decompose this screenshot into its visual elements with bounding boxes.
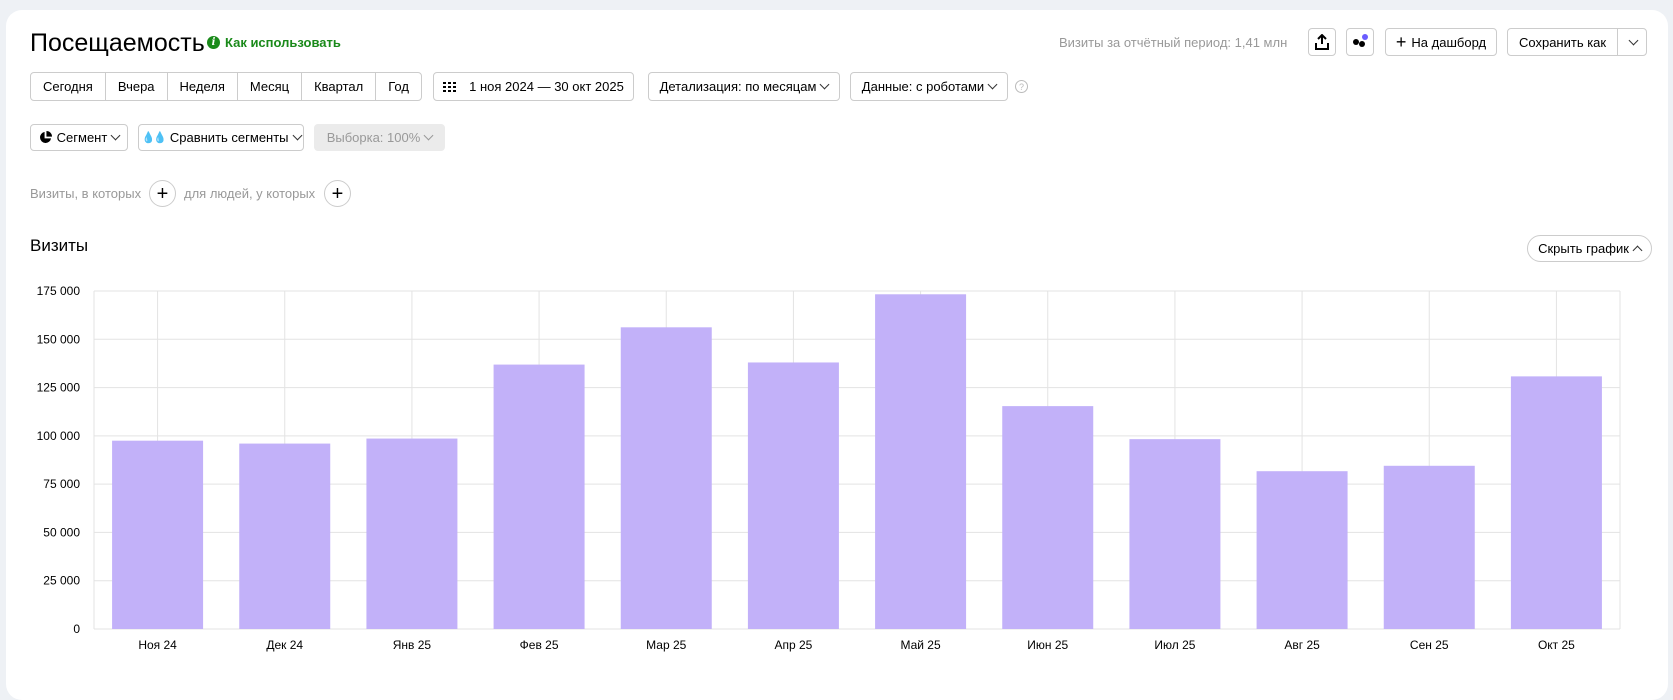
bar-май-25	[875, 294, 967, 629]
bar-июн-25	[1002, 406, 1094, 629]
y-tick-label: 50 000	[43, 525, 80, 539]
x-tick-label: Июл 25	[1154, 638, 1195, 652]
x-tick-label: Апр 25	[774, 638, 812, 652]
x-tick-label: Май 25	[900, 638, 941, 652]
y-tick-label: 125 000	[37, 381, 81, 395]
bar-мар-25	[620, 327, 712, 629]
x-tick-label: Июн 25	[1027, 638, 1068, 652]
bar-июл-25	[1129, 439, 1221, 629]
bar-сен-25	[1383, 465, 1475, 629]
y-tick-label: 25 000	[43, 574, 80, 588]
bar-окт-25	[1510, 376, 1602, 629]
x-tick-label: Фев 25	[520, 638, 559, 652]
bar-дек-24	[239, 443, 331, 629]
bar-авг-25	[1256, 471, 1348, 629]
x-tick-label: Окт 25	[1538, 638, 1575, 652]
bar-янв-25	[366, 438, 458, 629]
x-tick-label: Дек 24	[266, 638, 303, 652]
x-tick-label: Ноя 24	[138, 638, 177, 652]
bar-фев-25	[493, 364, 585, 629]
y-tick-label: 0	[73, 622, 80, 636]
x-tick-label: Авг 25	[1284, 638, 1320, 652]
visits-bar-chart: 0 25 000 50 000 75 000 100 000 125 000 150 000…	[37, 284, 1621, 652]
y-tick-label: 175 000	[37, 284, 81, 298]
y-tick-label: 75 000	[43, 477, 80, 491]
y-tick-label: 150 000	[37, 332, 81, 346]
x-tick-label: Сен 25	[1410, 638, 1449, 652]
y-tick-label: 100 000	[37, 429, 81, 443]
bar-апр-25	[747, 362, 839, 629]
x-tick-label: Мар 25	[646, 638, 686, 652]
bar-ноя-24	[112, 440, 204, 629]
x-tick-label: Янв 25	[393, 638, 432, 652]
